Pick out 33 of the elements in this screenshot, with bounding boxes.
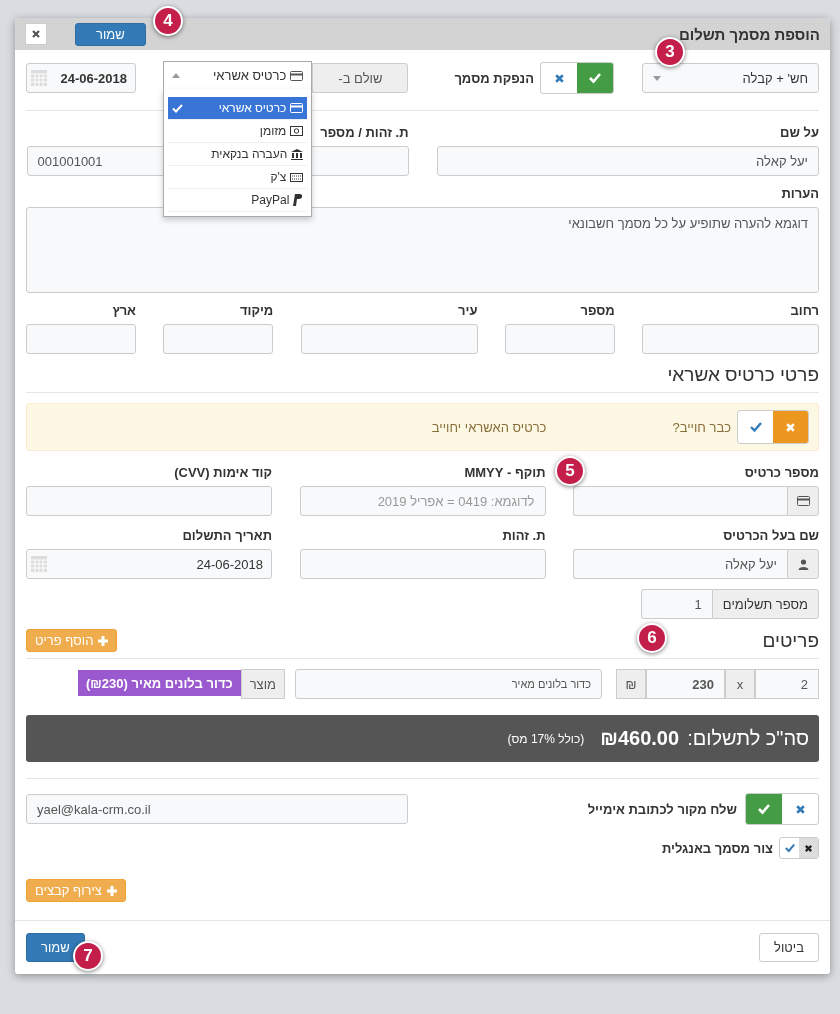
installments-label: מספר תשלומים bbox=[711, 589, 819, 619]
field-label: מיקוד bbox=[239, 303, 274, 318]
field-label: שם בעל הכרטיס bbox=[723, 528, 819, 543]
field-label: ארץ bbox=[112, 303, 136, 318]
paid-by-label: שולם ב- bbox=[312, 63, 409, 93]
product-label: מוצר bbox=[240, 669, 285, 699]
field-label: על שם bbox=[780, 125, 819, 140]
alert-message: כרטיס האשראי יחוייב bbox=[431, 419, 547, 435]
field-label: עיר bbox=[458, 303, 478, 318]
step-number-badge: 6 bbox=[637, 623, 667, 653]
field-label: מספר bbox=[580, 303, 615, 318]
field-label: ת. זהות / מספר bbox=[320, 125, 409, 140]
toggle-label: צור מסמך באנגלית bbox=[661, 840, 773, 856]
step-number-badge: 7 bbox=[73, 941, 103, 971]
section-title: פריטים bbox=[762, 629, 819, 652]
toggle-label: הנפקת מסמך bbox=[454, 70, 534, 86]
field-label: תאריך התשלום bbox=[182, 528, 272, 543]
toggle-label: כבר חוייב? bbox=[672, 419, 731, 435]
step-number-badge: 5 bbox=[555, 456, 585, 486]
step-number-badge: 4 bbox=[153, 6, 183, 36]
multiply-sign: x bbox=[725, 669, 755, 699]
section-title: פרטי כרטיס אשראי bbox=[666, 364, 819, 386]
total-amount: ₪460.00 bbox=[600, 727, 680, 750]
field-label: רחוב bbox=[790, 303, 819, 318]
field-label: הערות bbox=[781, 186, 819, 201]
field-label: תוקף - MMYY bbox=[464, 465, 546, 480]
tax-note: (כולל 17% מס) bbox=[507, 731, 585, 746]
field-label: מספר כרטיס bbox=[744, 465, 819, 480]
currency-sign: ₪ bbox=[616, 669, 646, 699]
field-label: קוד אימות (CVV) bbox=[174, 465, 272, 480]
toggle-label: שלח מקור לכתובת אימייל bbox=[587, 801, 737, 817]
field-label: ת. זהות bbox=[502, 528, 546, 543]
total-label: סה"כ לתשלום: bbox=[687, 727, 809, 750]
